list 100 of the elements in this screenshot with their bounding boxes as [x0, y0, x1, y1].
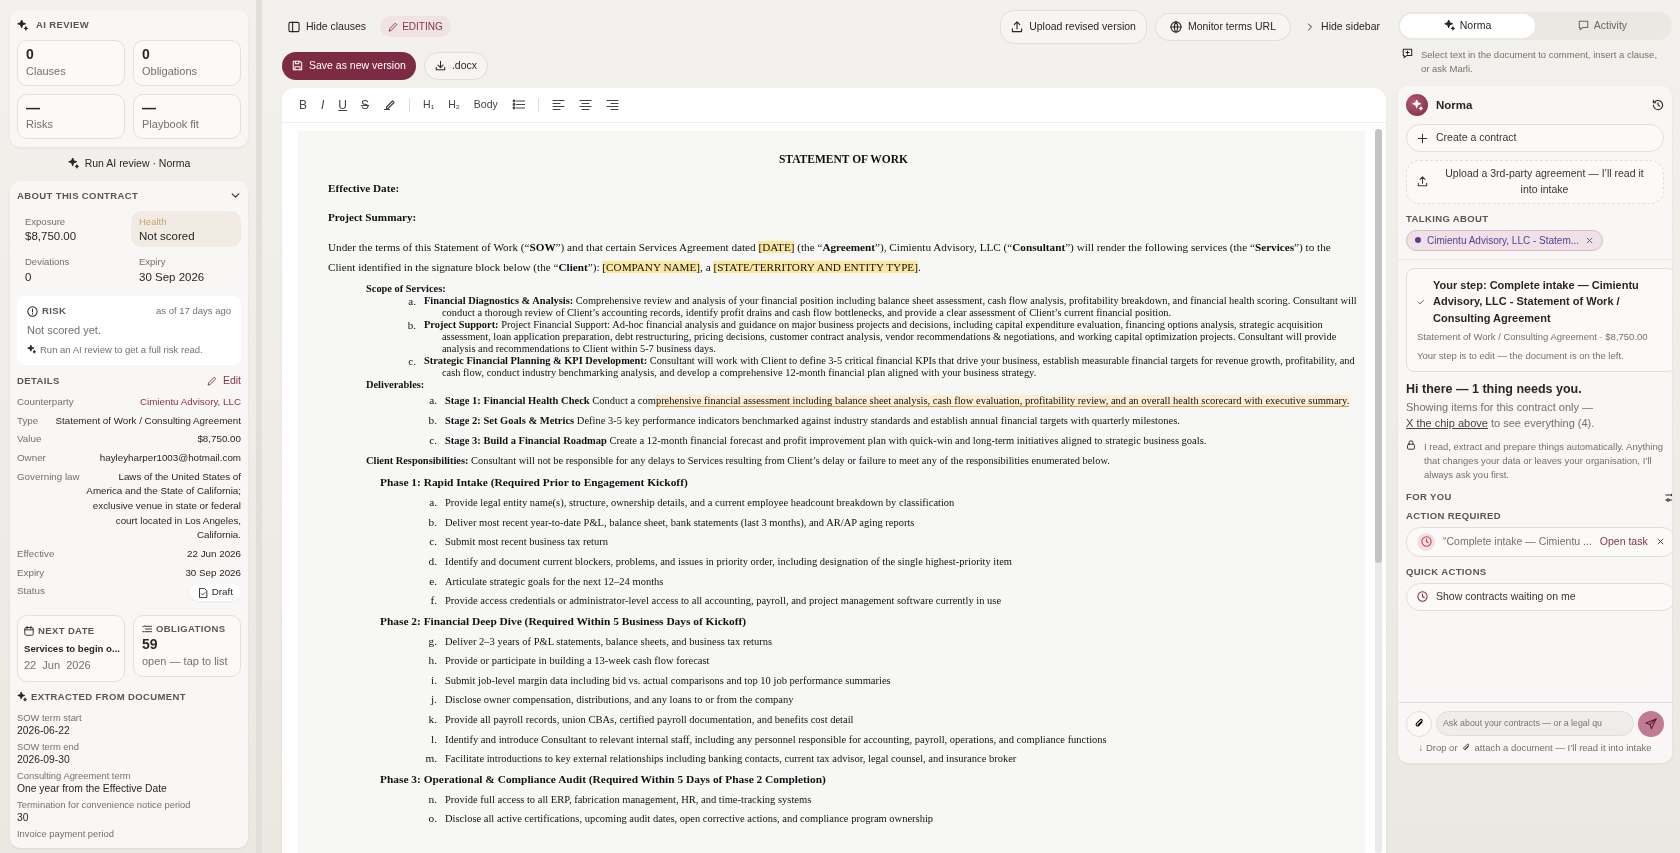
- download-docx-button[interactable]: .docx: [423, 51, 488, 80]
- detail-value: 30 Sep 2026: [185, 565, 241, 580]
- counterparty-link[interactable]: Cimientu Advisory, LLC: [139, 394, 241, 410]
- greeting: Hi there — 1 thing needs you.: [1406, 380, 1583, 398]
- checklist-icon: [142, 624, 152, 635]
- upload-agreement-button[interactable]: Upload a 3rd-party agreement — I’ll read it into intake: [1406, 160, 1664, 204]
- upload-icon: [1011, 20, 1024, 33]
- field-label: Termination for convenience notice period: [17, 799, 192, 812]
- chat-input[interactable]: Ask about your contracts — or a legal qu: [1436, 711, 1634, 737]
- format-button[interactable]: H₂: [443, 94, 465, 115]
- list-marker: c.: [428, 534, 438, 550]
- list-item-text: Submit job-level margin data including bid vs. actual comparisons and top 10 job performance summaries: [445, 673, 891, 688]
- stat-value: 0: [142, 46, 151, 64]
- detail-label: Type: [17, 413, 39, 428]
- risk-title: RISK: [42, 304, 67, 319]
- list-item-text: Stage 3: Build a Financial Roadmap Create a 12-month financial forecast and profit improvement plan with quick-win and long-term initiatives aligned to strategic business goals.: [445, 433, 1207, 448]
- strike-button[interactable]: S: [356, 93, 375, 116]
- sparkle-icon: [67, 158, 79, 170]
- document-paragraph: Client Responsibilities: Consultant will not be responsible for any delays to Services resulting from Client’s delay or failure to meet any of the responsibilities enumerated below.: [365, 454, 1111, 469]
- hide-sidebar-button[interactable]: Hide sidebar: [1299, 14, 1386, 40]
- stat-label: Obligations: [142, 64, 199, 80]
- detail-label: Effective: [17, 547, 55, 562]
- save-icon: [292, 60, 303, 72]
- step-title: Your step: Complete intake — Cimientu Advisory, LLC - Statement of Work / Consulting Agreement: [1433, 277, 1640, 326]
- list-marker: g.: [427, 633, 438, 649]
- list-marker: h.: [427, 653, 438, 669]
- list-marker: n.: [427, 791, 438, 807]
- format-button[interactable]: Body: [468, 94, 503, 115]
- privacy-note: I read, extract and prepare things automatically. Anything that changes your data or leaves your organisation, I’ll always ask you first.: [1424, 439, 1665, 482]
- panel-tab[interactable]: Norma: [1400, 14, 1535, 38]
- sparkle-icon: [17, 19, 28, 31]
- panel-hint: Select text in the document to comment, insert a clause, or ask Marli.: [1421, 47, 1659, 76]
- metric-value: 0: [25, 269, 33, 285]
- section-title: AI REVIEW: [36, 18, 90, 32]
- field-label: SOW term start: [17, 712, 83, 725]
- dismiss-button[interactable]: [1655, 537, 1665, 547]
- stat-label: Clauses: [26, 64, 67, 80]
- highlighter-icon: [383, 98, 397, 111]
- monitor-terms-button[interactable]: Monitor terms URL: [1154, 13, 1292, 41]
- document-icon: [197, 587, 208, 598]
- panel-tab[interactable]: Activity: [1535, 14, 1670, 38]
- clock-icon: [1420, 536, 1432, 548]
- stat-label: Playbook fit: [142, 117, 200, 133]
- phase-heading: Phase 3: Operational & Compliance Audit (Required Within 5 Days of Phase 2 Completion): [379, 771, 827, 787]
- history-button[interactable]: [1652, 99, 1664, 112]
- globe-icon: [1169, 20, 1182, 33]
- list-item-text: Financial Diagnostics & Analysis: Comprehensive review and analysis of your financial position including balance sheet assessment, cash flow analysis, profitability breakdown, and financial health scoring. Consultant will conduct a thorough review of Client’s accounting records, identify profit drains and cash flow bottlenecks, and provide a clear assessment of Client’s current financial position.: [424, 295, 1358, 320]
- send-button[interactable]: [1638, 710, 1664, 737]
- open-task-link[interactable]: Open task: [1599, 533, 1648, 550]
- upload-revised-button[interactable]: Upload revised version: [1000, 10, 1147, 44]
- detail-label: Governing law: [17, 469, 80, 484]
- upload-icon: [1417, 176, 1428, 188]
- status-badge: Draft: [189, 584, 241, 602]
- field-label: Invoice payment period: [17, 828, 115, 841]
- section-title: DETAILS: [17, 373, 60, 388]
- align-center-icon: [578, 98, 592, 111]
- underline-button[interactable]: U: [333, 93, 353, 116]
- list-item-text: Disclose owner compensation, distributions, and any loans to or from the company: [445, 693, 794, 708]
- download-icon: [434, 60, 446, 72]
- panel-icon: [288, 20, 300, 33]
- edit-button[interactable]: Edit: [206, 373, 241, 389]
- run-review-button[interactable]: Run AI review · Norma: [61, 150, 197, 177]
- paperclip-icon: [1461, 743, 1471, 753]
- risk-status: Not scored yet.: [27, 323, 102, 339]
- metric-label: Expiry: [139, 255, 167, 270]
- obligations-count: 59: [142, 636, 159, 654]
- filter-button[interactable]: [1664, 491, 1672, 503]
- hide-clauses-button[interactable]: Hide clauses: [282, 14, 373, 40]
- field-value: 2026-09-30: [17, 753, 71, 768]
- metric-label: Exposure: [25, 214, 67, 229]
- section-title: QUICK ACTIONS: [1406, 564, 1488, 579]
- field-value: 2026-06-22: [17, 724, 71, 739]
- list-marker: b.: [427, 514, 438, 530]
- list-marker: b.: [427, 412, 438, 428]
- sparkle-icon: [1443, 20, 1455, 32]
- attach-button[interactable]: [1406, 710, 1432, 737]
- bold-button[interactable]: B: [294, 93, 312, 116]
- field-value: 30: [17, 811, 30, 826]
- metric-value: $8,750.00: [25, 229, 78, 244]
- task-text: “Complete intake — Cimientu ...: [1443, 533, 1592, 549]
- create-contract-button[interactable]: Create a contract: [1406, 124, 1664, 152]
- metric-value: Not scored: [139, 229, 196, 244]
- quick-action-button[interactable]: Show contracts waiting on me: [1406, 583, 1672, 611]
- calendar-icon: [24, 626, 34, 637]
- contract-chip[interactable]: Cimientu Advisory, LLC - Statem...: [1406, 229, 1604, 251]
- save-version-button[interactable]: Save as new version: [282, 51, 416, 80]
- align-left-icon: [551, 98, 565, 111]
- list-marker: a.: [407, 295, 417, 310]
- sparkle-icon: [17, 692, 27, 703]
- format-button[interactable]: H₁: [418, 94, 440, 115]
- list-item-text: Identify and document current blockers, problems, and issues in priority order, including designation of the single highest-priority item: [445, 554, 1013, 569]
- list-marker: b.: [406, 319, 417, 334]
- clear-chip-link[interactable]: X the chip above: [1406, 417, 1488, 429]
- stat-label: Risks: [26, 117, 54, 133]
- section-title: EXTRACTED FROM DOCUMENT: [31, 690, 186, 705]
- section-title: FOR YOU: [1406, 490, 1452, 505]
- detail-label: Expiry: [17, 565, 45, 580]
- italic-button[interactable]: I: [316, 93, 330, 116]
- editing-badge: EDITING: [380, 16, 451, 38]
- section-title: ABOUT THIS CONTRACT: [17, 188, 139, 203]
